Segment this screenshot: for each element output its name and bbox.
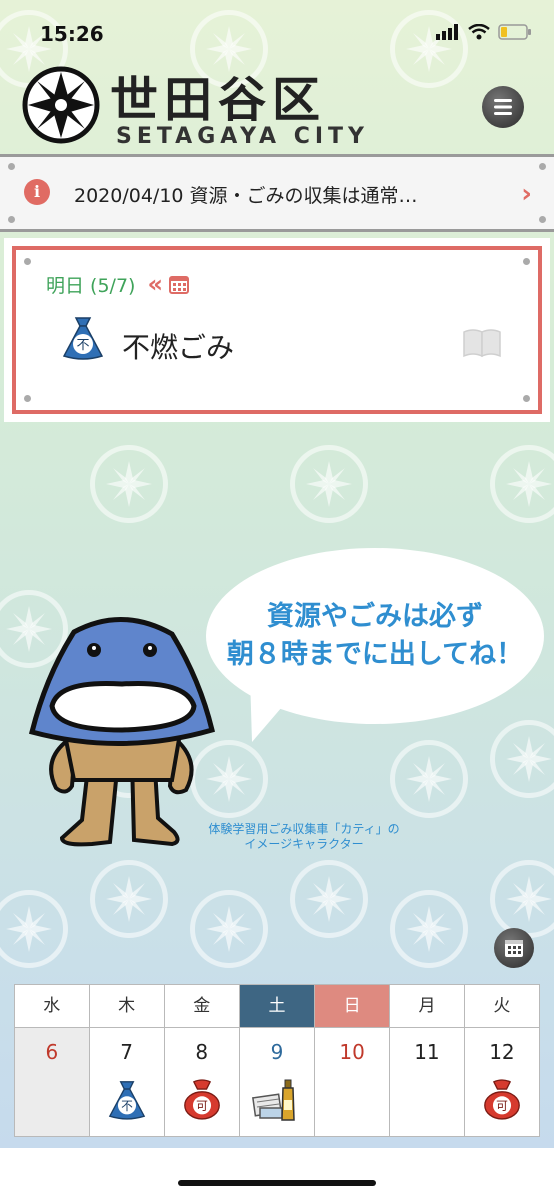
day-number: 7: [120, 1040, 134, 1064]
weekday-tue: 火: [463, 984, 541, 1028]
watermark-emblem: [390, 890, 468, 968]
speech-bubble: 資源やごみは必ず 朝８時までに出してね！: [206, 548, 544, 742]
svg-text:可: 可: [196, 1099, 208, 1113]
watermark-emblem: [290, 860, 368, 938]
svg-text:可: 可: [496, 1099, 508, 1113]
info-icon: i: [24, 179, 50, 205]
day-number: 12: [489, 1040, 515, 1064]
calendar-icon: [505, 940, 523, 957]
bubble-line-1: 資源やごみは必ず: [267, 601, 483, 632]
recyclables-icon: [252, 1079, 295, 1121]
nonburnable-bag-icon: 不: [108, 1081, 145, 1120]
tomorrow-label: 明日 (5/7): [46, 275, 136, 297]
watermark-emblem: [190, 890, 268, 968]
weekday-sun: 日: [314, 984, 391, 1028]
battery-icon: [498, 24, 531, 40]
watermark-emblem: [490, 720, 554, 798]
weekday-header-row: 水 木 金 土 日 月 火: [14, 984, 541, 1028]
week-calendar: 水 木 金 土 日 月 火 6 7 不 8 可 9 10 11 12 可: [14, 984, 541, 1137]
news-banner[interactable]: i 2020/04/10 資源・ごみの収集は通常… ›: [0, 154, 554, 232]
day-number: 11: [414, 1040, 440, 1064]
day-number: 10: [339, 1040, 365, 1064]
mascot-caption: 体験学習用ごみ収集車「カティ」の イメージキャラクター: [188, 822, 420, 852]
home-indicator[interactable]: [178, 1180, 376, 1186]
svg-text:不: 不: [76, 338, 89, 353]
caption-line-2: イメージキャラクター: [244, 837, 364, 851]
day-number: 8: [195, 1040, 209, 1064]
city-title: 世田谷区: [110, 72, 327, 128]
chevron-right-icon[interactable]: ›: [521, 179, 532, 209]
weekday-wed: 水: [14, 984, 90, 1028]
double-chevron-left-icon[interactable]: «: [148, 270, 164, 298]
day-row: 6 7 不 8 可 9 10 11 12 可: [14, 1027, 541, 1137]
weekday-fri: 金: [163, 984, 240, 1028]
burnable-bag-icon: 可: [484, 1079, 520, 1120]
signal-icon: [436, 24, 458, 40]
setagaya-logo: [22, 66, 100, 144]
tomorrow-card[interactable]: 明日 (5/7) « 不 不燃ごみ: [12, 246, 542, 414]
day-number: 9: [270, 1040, 284, 1064]
watermark-emblem: [390, 740, 468, 818]
watermark-emblem: [0, 890, 68, 968]
day-cell-6[interactable]: 6: [14, 1027, 90, 1137]
bottom-safe-area: [0, 1148, 554, 1200]
status-bar: 15:26: [0, 0, 554, 60]
calendar-small-icon[interactable]: [169, 274, 190, 294]
day-cell-9[interactable]: 9: [238, 1027, 316, 1137]
hamburger-icon: [494, 99, 512, 115]
weekday-thu: 木: [88, 984, 165, 1028]
status-icons: [436, 24, 532, 40]
day-cell-7[interactable]: 7 不: [88, 1027, 165, 1137]
watermark-emblem: [90, 860, 168, 938]
watermark-emblem: [290, 445, 368, 523]
wifi-icon: [468, 24, 490, 40]
nonburnable-bag-icon: 不: [62, 317, 104, 360]
day-cell-11[interactable]: 11: [389, 1027, 465, 1137]
calendar-button[interactable]: [494, 928, 534, 968]
day-cell-8[interactable]: 8 可: [163, 1027, 240, 1137]
svg-text:不: 不: [121, 1099, 133, 1113]
menu-button[interactable]: [482, 86, 524, 128]
day-number: 6: [45, 1040, 59, 1064]
garbage-type: 不燃ごみ: [122, 331, 235, 364]
status-time: 15:26: [40, 22, 104, 46]
watermark-emblem: [490, 445, 554, 523]
watermark-emblem: [490, 860, 554, 938]
city-title-en: SETAGAYA CITY: [116, 124, 369, 149]
weekday-mon: 月: [389, 984, 465, 1028]
book-icon[interactable]: [462, 328, 502, 358]
bubble-line-2: 朝８時までに出してね！: [226, 639, 524, 670]
tomorrow-date: 明日 (5/7) «: [46, 270, 190, 298]
caption-line-1: 体験学習用ごみ収集車「カティ」の: [208, 822, 400, 836]
burnable-bag-icon: 可: [183, 1079, 220, 1120]
watermark-emblem: [90, 445, 168, 523]
day-cell-10[interactable]: 10: [314, 1027, 391, 1137]
weekday-sat: 土: [238, 984, 316, 1028]
news-text[interactable]: 2020/04/10 資源・ごみの収集は通常…: [74, 181, 418, 208]
day-cell-12[interactable]: 12 可: [463, 1027, 541, 1137]
